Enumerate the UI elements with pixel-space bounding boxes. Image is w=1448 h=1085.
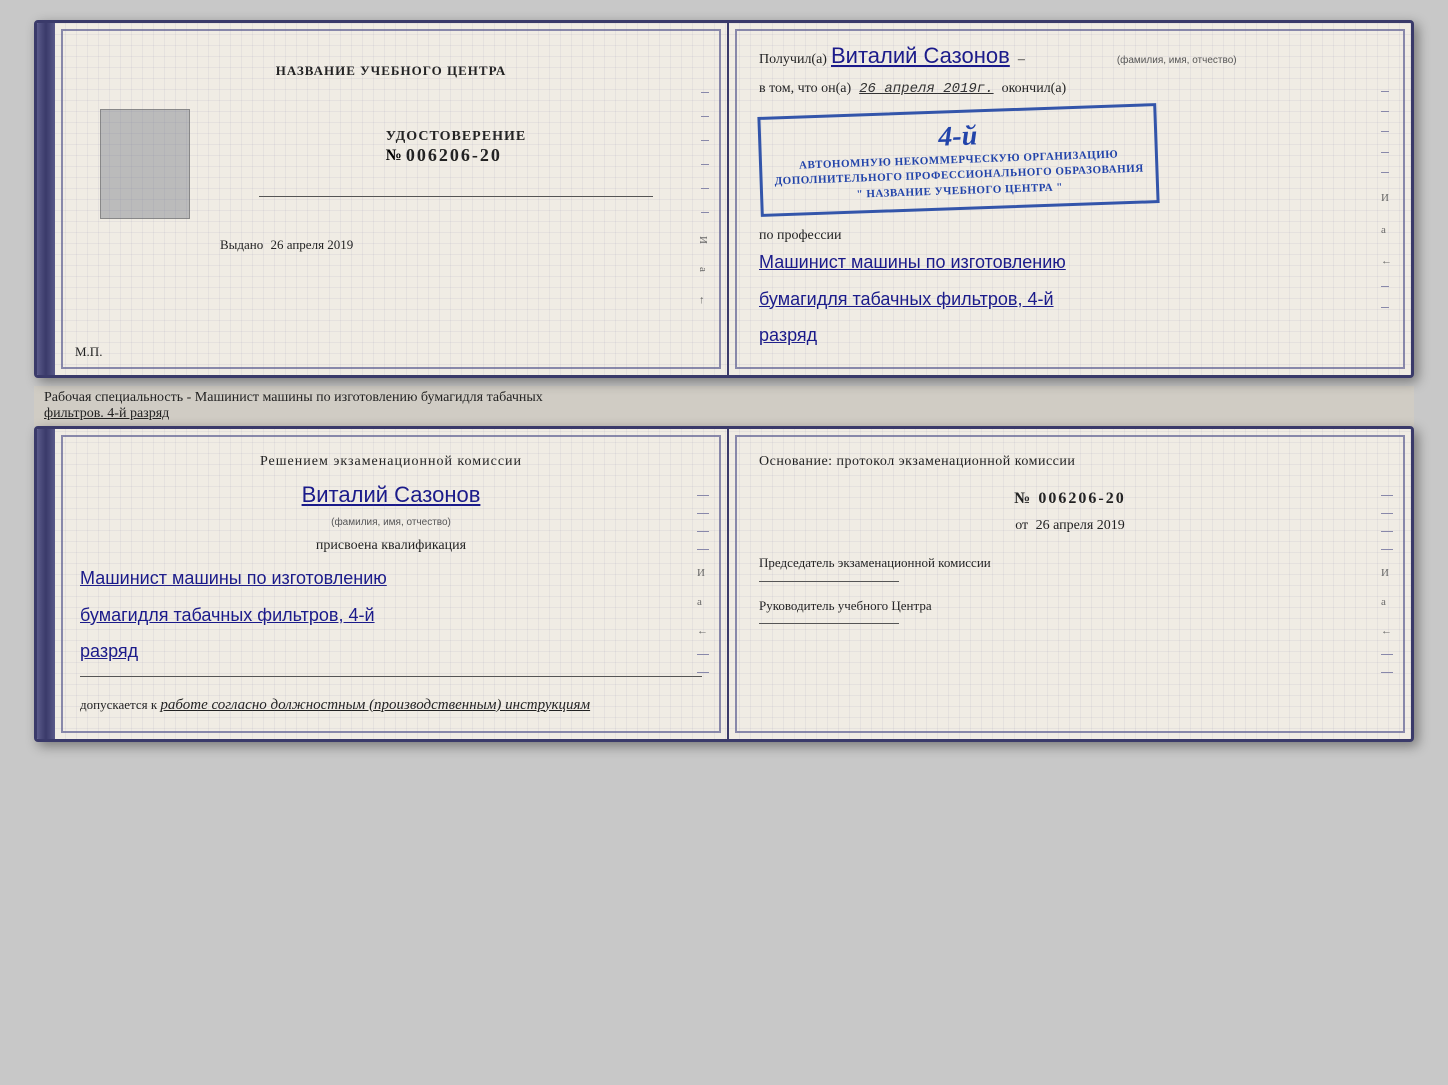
profession-line2-top: бумагидля табачных фильтров, 4-й (759, 283, 1381, 315)
fio-label-bottom: (фамилия, имя, отчество) (331, 517, 451, 528)
ot-date: 26 апреля 2019 (1036, 518, 1125, 533)
top-book-right: Получил(а) Виталий Сазонов – (фамилия, и… (729, 23, 1411, 375)
name-line-bottom: Виталий Сазонов (80, 482, 702, 508)
udostoverenie-label: УДОСТОВЕРЕНИЕ (386, 129, 526, 145)
nomer-value-bottom: 006206-20 (1038, 490, 1125, 507)
qual-line3: разряд (80, 635, 702, 667)
bottom-book-right: Основание: протокол экзаменационной коми… (729, 429, 1411, 738)
profession-line3-top: разряд (759, 319, 1381, 351)
separator-text1: Рабочая специальность - Машинист машины … (44, 390, 1404, 406)
book-spine-bottom (37, 429, 55, 738)
photo-placeholder (100, 109, 190, 219)
bottom-book-left: Решением экзаменационной комиссии Витали… (55, 429, 729, 738)
vydano-line: Выдано 26 апреля 2019 (220, 237, 353, 253)
po-professii-label: по профессии (759, 228, 1381, 244)
book-spine-top (37, 23, 55, 375)
qual-line2: бумагидля табачных фильтров, 4-й (80, 599, 702, 631)
dopusk-value: работе согласно должностным (производств… (160, 697, 590, 713)
mp-label: М.П. (75, 344, 102, 360)
resheniem-line: Решением экзаменационной комиссии (80, 454, 702, 470)
right-side-decoration: И а ← (701, 83, 709, 315)
school-name-title: НАЗВАНИЕ УЧЕБНОГО ЦЕНТРА (276, 63, 507, 79)
vtom-date: 26 апреля 2019г. (859, 81, 993, 97)
udostoverenie-block: УДОСТОВЕРЕНИЕ № 006206-20 (386, 129, 526, 166)
predsedatel-label: Председатель экзаменационной комиссии (759, 554, 1381, 572)
fio-label-top: (фамилия, имя, отчество) (1117, 55, 1237, 66)
nomer-prefix-top: № (386, 147, 402, 165)
rukovoditel-block: Руководитель учебного Центра (759, 597, 1381, 624)
nomer-top: 006206-20 (406, 145, 502, 166)
top-book-left: НАЗВАНИЕ УЧЕБНОГО ЦЕНТРА УДОСТОВЕРЕНИЕ №… (55, 23, 729, 375)
separator-text2: фильтров. 4-й разряд (44, 406, 1404, 422)
vydano-label: Выдано (220, 237, 263, 252)
right-side-labels-top: И а ← (1381, 83, 1393, 315)
bl-side-deco: И а ← (697, 489, 709, 678)
prisvoena-line: присвоена квалификация (80, 538, 702, 554)
rukovoditel-label: Руководитель учебного Центра (759, 597, 1381, 615)
recipient-name-top: Виталий Сазонов (831, 43, 1010, 69)
nomer-prefix-bottom: № (1014, 490, 1032, 507)
ot-line: от 26 апреля 2019 (759, 518, 1381, 534)
recipient-name-bottom: Виталий Сазонов (302, 482, 481, 507)
vtom-label: в том, что он(a) (759, 81, 851, 97)
okonchil-label: окончил(а) (1002, 81, 1067, 97)
br-side-deco: И а ← (1381, 489, 1393, 678)
nomer-bottom: № 006206-20 (759, 490, 1381, 508)
rukovoditel-signature-line (759, 623, 899, 624)
top-document: НАЗВАНИЕ УЧЕБНОГО ЦЕНТРА УДОСТОВЕРЕНИЕ №… (34, 20, 1414, 378)
separator-block: Рабочая специальность - Машинист машины … (34, 386, 1414, 426)
poluchil-line: Получил(а) Виталий Сазонов – (фамилия, и… (759, 43, 1381, 69)
ot-prefix: от (1015, 518, 1028, 533)
qual-line1: Машинист машины по изготовлению (80, 562, 702, 594)
osnovanie-line: Основание: протокол экзаменационной коми… (759, 454, 1381, 470)
decorative-bg-br (729, 429, 1411, 738)
dopuskaetsya-label: допускается к (80, 697, 157, 712)
vydano-date: 26 апреля 2019 (271, 237, 354, 252)
profession-line1-top: Машинист машины по изготовлению (759, 246, 1381, 278)
poluchil-label: Получил(а) (759, 52, 827, 68)
vtom-line: в том, что он(a) 26 апреля 2019г. окончи… (759, 81, 1381, 97)
predsedatel-signature-line (759, 581, 899, 582)
predsedatel-block: Председатель экзаменационной комиссии (759, 554, 1381, 581)
bottom-document: Решением экзаменационной комиссии Витали… (34, 426, 1414, 741)
dopuskaetsya-block: допускается к работе согласно должностны… (80, 697, 702, 714)
stamp-box: 4-й АВТОНОМНУЮ НЕКОММЕРЧЕСКУЮ ОРГАНИЗАЦИ… (757, 103, 1160, 217)
